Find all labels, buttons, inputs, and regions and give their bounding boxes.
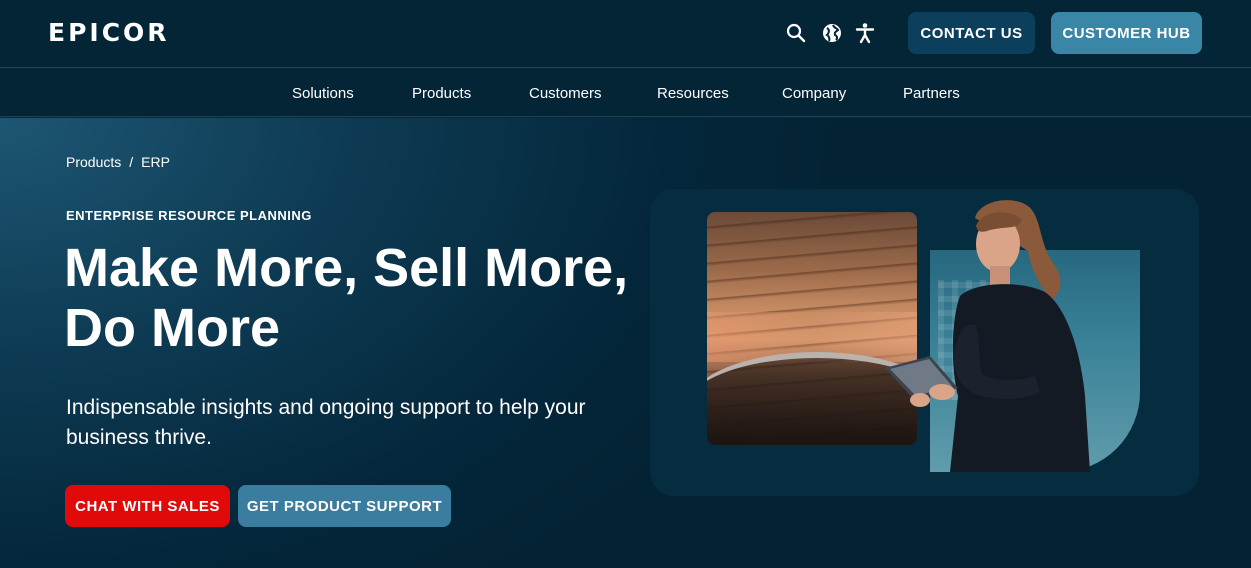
breadcrumb-current: ERP (141, 154, 170, 170)
woman-with-tablet-image (880, 196, 1090, 472)
breadcrumb-products-link[interactable]: Products (66, 154, 121, 170)
hero-headline: Make More, Sell More, Do More (64, 238, 629, 358)
contact-us-button[interactable]: CONTACT US (908, 12, 1035, 54)
globe-icon[interactable] (821, 22, 843, 44)
accessibility-icon[interactable] (854, 22, 876, 44)
nav-item-customers[interactable]: Customers (529, 69, 602, 117)
hero-subtext: Indispensable insights and ongoing suppo… (66, 396, 586, 449)
nav-item-partners[interactable]: Partners (903, 69, 960, 117)
search-icon[interactable] (785, 22, 807, 44)
nav-item-products[interactable]: Products (412, 69, 471, 117)
breadcrumb-separator: / (129, 154, 134, 170)
epicor-logo[interactable]: EPICOR (48, 20, 170, 45)
get-product-support-button[interactable]: GET PRODUCT SUPPORT (238, 485, 451, 527)
top-header: EPICOR CONTACT US CUSTOMER HUB (0, 0, 1251, 68)
nav-item-company[interactable]: Company (782, 69, 846, 117)
customer-hub-button[interactable]: CUSTOMER HUB (1051, 12, 1202, 54)
hero-eyebrow: ENTERPRISE RESOURCE PLANNING (66, 208, 312, 223)
chat-with-sales-button[interactable]: CHAT WITH SALES (65, 485, 230, 527)
main-nav: Solutions Products Customers Resources C… (0, 69, 1251, 117)
nav-item-resources[interactable]: Resources (657, 69, 729, 117)
breadcrumb: Products / ERP (66, 154, 170, 170)
nav-item-solutions[interactable]: Solutions (292, 69, 354, 117)
